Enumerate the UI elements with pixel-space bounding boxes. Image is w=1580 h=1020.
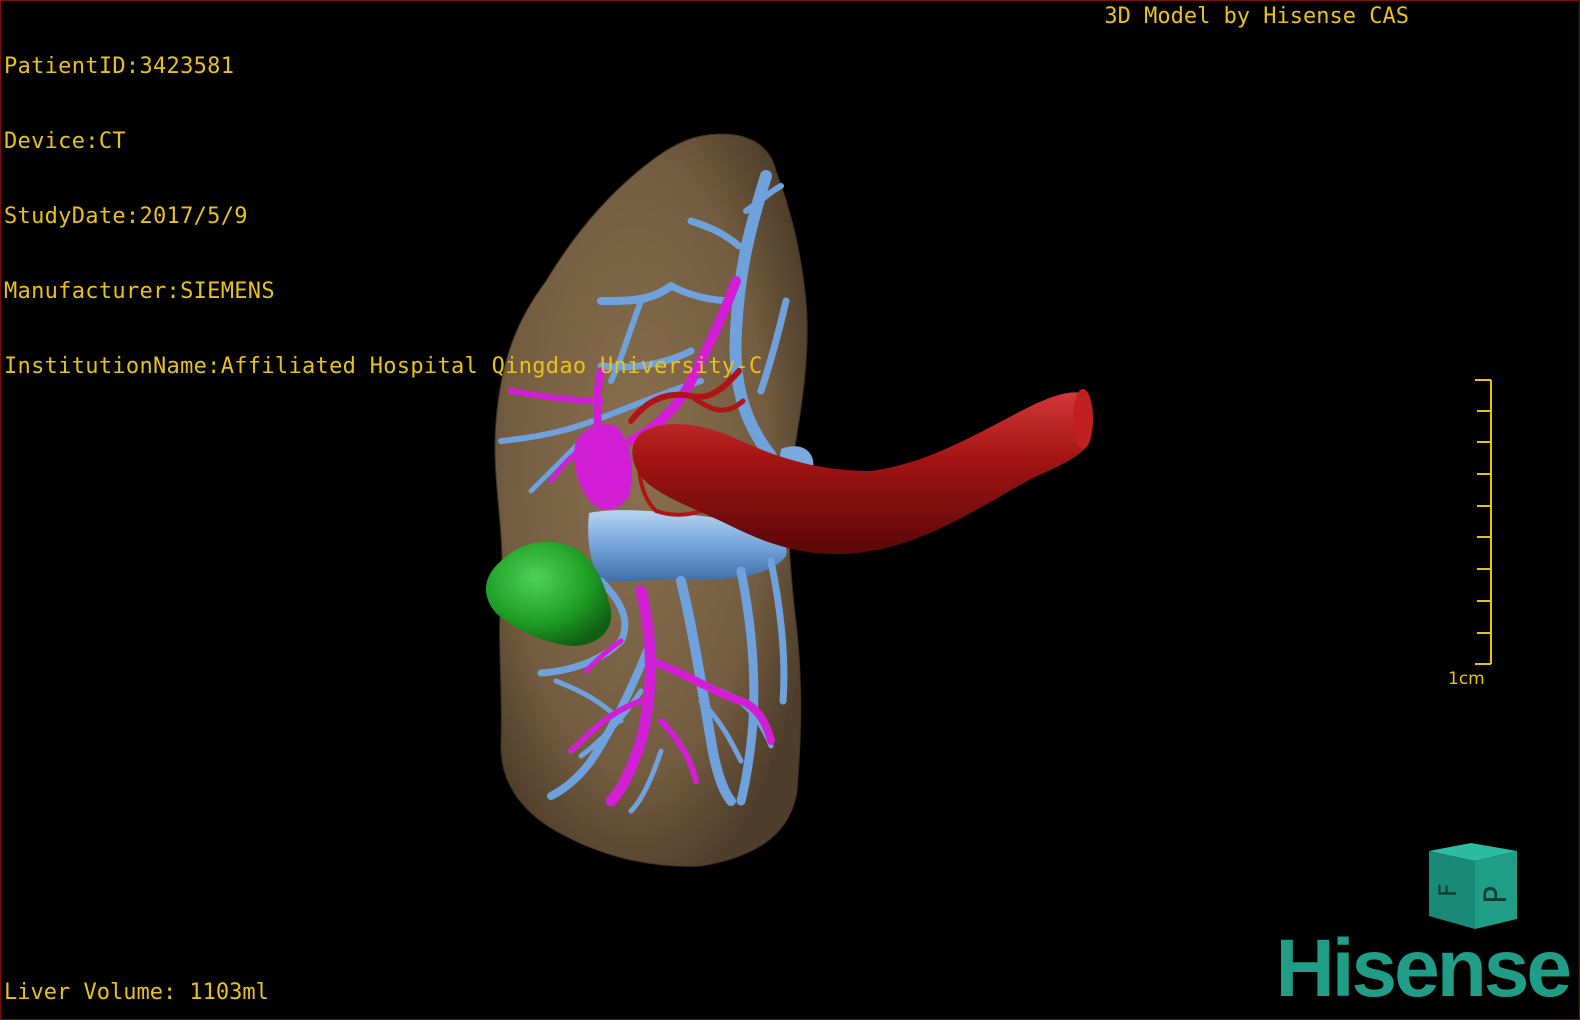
cube-face-front: P: [1479, 886, 1514, 904]
3d-viewport[interactable]: PatientID:3423581 Device:CT StudyDate:20…: [0, 0, 1580, 1020]
institution-name: InstitutionName:Affiliated Hospital Qing…: [4, 354, 763, 379]
hisense-logo: Hisense: [1275, 923, 1572, 1014]
dicom-info: PatientID:3423581 Device:CT StudyDate:20…: [4, 4, 763, 429]
study-date: StudyDate:2017/5/9: [4, 204, 248, 229]
device: Device:CT: [4, 129, 126, 154]
scale-bar: [1475, 379, 1492, 665]
cube-face-left: F: [1434, 883, 1462, 897]
patient-id: PatientID:3423581: [4, 54, 235, 79]
manufacturer: Manufacturer:SIEMENS: [4, 279, 275, 304]
model-credit: 3D Model by Hisense CAS: [1104, 4, 1409, 29]
scale-label: 1cm: [1448, 669, 1485, 689]
aorta-end: [1073, 389, 1093, 449]
liver-volume: Liver Volume: 1103ml: [4, 980, 269, 1005]
